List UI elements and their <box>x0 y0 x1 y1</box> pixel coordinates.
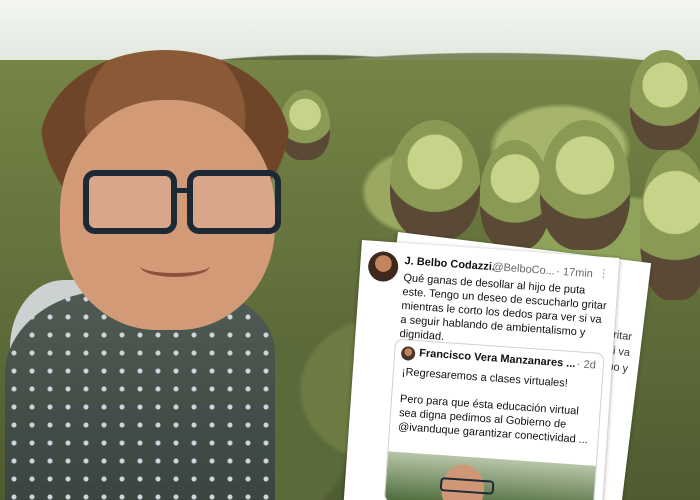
quoted-author-name: Francisco Vera Manzanares ... <box>418 347 576 371</box>
photo-collage: gritar i va mo y J. Belbo Codazzi. @Belb… <box>0 0 700 500</box>
author-handle: @BelboCo... <box>492 261 556 278</box>
tweet-card: J. Belbo Codazzi. @BelboCo... · 17min ⋮ … <box>343 240 620 500</box>
quoted-tweet-photo <box>384 451 596 500</box>
glasses-lens-right <box>187 170 281 234</box>
back-card-text: i va <box>612 345 631 360</box>
author-avatar <box>367 250 400 283</box>
boy-glasses <box>75 170 285 234</box>
frailejon-plant <box>630 50 700 150</box>
quoted-tweet-body: Pero para que ésta educación virtual sea… <box>397 393 589 447</box>
frailejon-plant <box>540 120 630 250</box>
boy-smile <box>140 255 210 277</box>
frailejon-plant <box>390 120 480 240</box>
quoted-tweet-time: · 2d <box>576 358 597 372</box>
tweet-time: · 17min <box>555 265 594 281</box>
quoted-tweet: Francisco Vera Manzanares ... · 2d ¡Regr… <box>383 338 605 500</box>
glasses-lens-left <box>83 170 177 234</box>
author-name: J. Belbo Codazzi. <box>404 255 496 274</box>
quoted-tweet-headline: ¡Regresaremos a clases virtuales! <box>401 366 569 390</box>
quoted-author-avatar <box>400 346 416 361</box>
more-menu-icon: ⋮ <box>597 267 610 281</box>
